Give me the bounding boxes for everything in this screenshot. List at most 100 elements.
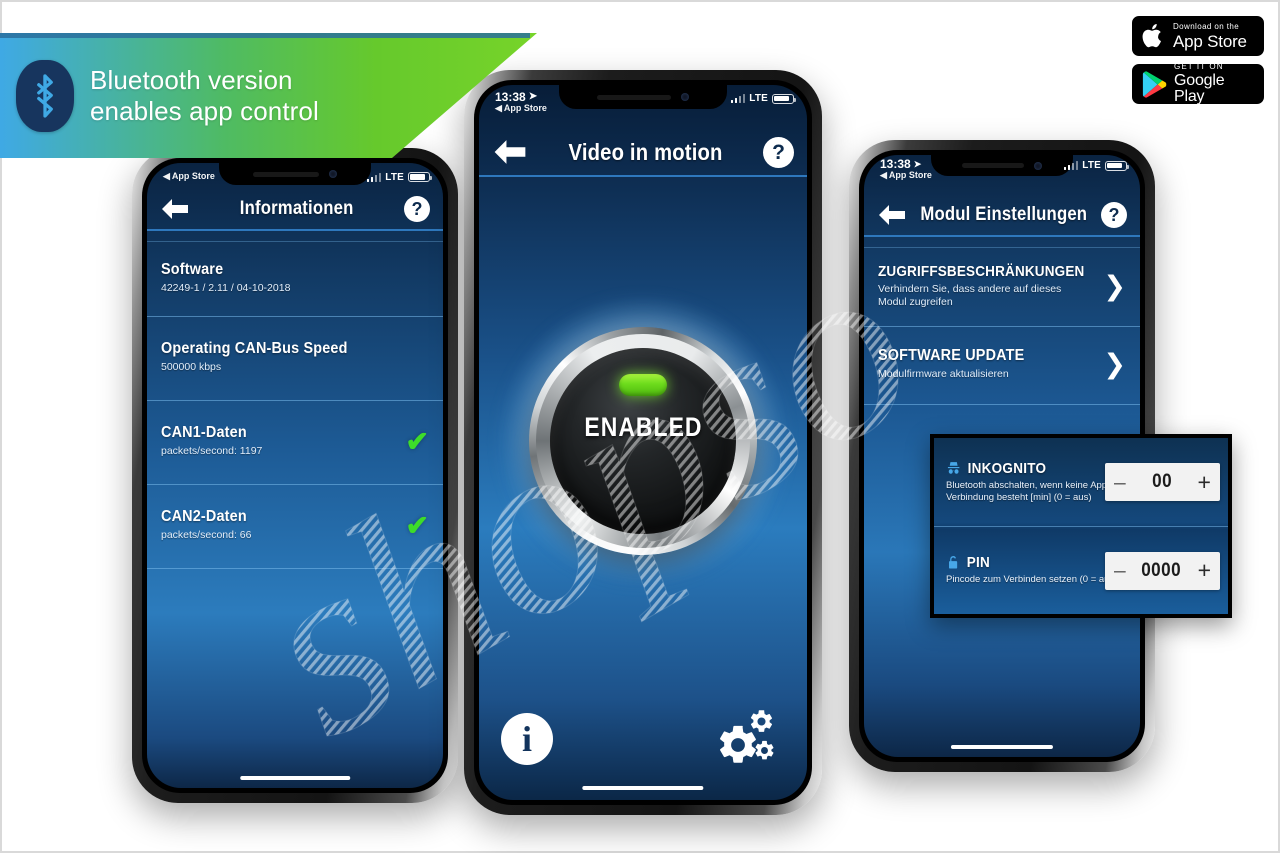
phone-left-screen: ◀ App Store LTE Informationen ? Software…	[147, 163, 443, 788]
status-back-to-app[interactable]: ◀ App Store	[163, 171, 215, 182]
row-subtitle: packets/second: 1197	[161, 445, 263, 458]
signal-bars-icon	[1063, 161, 1079, 170]
ribbon-line-2: enables app control	[90, 95, 319, 126]
carrier-label: LTE	[385, 171, 404, 183]
pin-value: 0000	[1141, 559, 1182, 581]
google-play-badge-bottom: Google Play	[1174, 72, 1225, 105]
row-subtitle: 500000 kbps	[161, 361, 222, 374]
app-store-badge[interactable]: Download on the App Store	[1132, 16, 1264, 56]
phone-left: ◀ App Store LTE Informationen ? Software…	[132, 148, 458, 803]
phone-center-screen: 13:38 ➤ ◀ App Store LTE Video in motion …	[479, 85, 807, 800]
row-title: PIN	[966, 554, 991, 572]
page-title: Informationen	[240, 198, 354, 219]
list-item[interactable]: ZUGRIFFSBESCHRÄNKUNGEN Verhindern Sie, d…	[864, 247, 1140, 327]
apple-icon	[1142, 24, 1161, 48]
battery-icon	[408, 172, 433, 182]
pin-stepper[interactable]: – 0000 +	[1105, 551, 1220, 590]
gears-icon[interactable]	[715, 708, 785, 770]
google-play-icon	[1142, 70, 1167, 98]
list-item[interactable]: Software 42249-1 / 2.11 / 04-10-2018	[147, 241, 443, 317]
promo-ribbon: Bluetooth version enables app control	[0, 33, 540, 158]
power-knob[interactable]: ENABLED	[529, 326, 757, 555]
carrier-label: LTE	[1082, 160, 1101, 171]
signal-bars-icon	[730, 94, 746, 103]
question-mark-icon[interactable]: ?	[762, 136, 794, 168]
row-title: ZUGRIFFSBESCHRÄNKUNGEN	[878, 262, 1085, 280]
knob-state-label: ENABLED	[583, 411, 703, 442]
back-arrow-icon[interactable]	[160, 198, 190, 220]
check-icon: ✔	[405, 509, 429, 541]
row-subtitle: packets/second: 66	[161, 529, 252, 542]
google-play-badge[interactable]: GET IT ON Google Play	[1132, 62, 1264, 105]
settings-list: ZUGRIFFSBESCHRÄNKUNGEN Verhindern Sie, d…	[864, 247, 1140, 405]
incognito-mask-icon	[947, 461, 960, 474]
incognito-stepper[interactable]: – 00 +	[1105, 463, 1220, 501]
phone-center-bezel: 13:38 ➤ ◀ App Store LTE Video in motion …	[474, 80, 812, 805]
battery-icon	[1105, 160, 1130, 171]
bluetooth-icon	[16, 59, 74, 132]
back-caret-icon: ◀	[163, 171, 170, 182]
phone-left-bezel: ◀ App Store LTE Informationen ? Software…	[142, 158, 448, 793]
check-icon: ✔	[405, 425, 429, 457]
info-glyph: i	[521, 719, 532, 759]
row-title: SOFTWARE UPDATE	[878, 347, 1025, 365]
ribbon-content: Bluetooth version enables app control	[0, 33, 540, 158]
popup-inner: INKOGNITO Bluetooth abschalten, wenn kei…	[934, 438, 1228, 614]
page-title: Modul Einstellungen	[920, 204, 1088, 225]
question-mark-icon[interactable]: ?	[403, 196, 430, 222]
info-list: Software 42249-1 / 2.11 / 04-10-2018 Ope…	[147, 241, 443, 569]
page-title: Video in motion	[568, 138, 723, 165]
google-play-badge-top: GET IT ON	[1174, 62, 1224, 71]
status-bar-right: 13:38 ➤ ◀ App Store LTE	[864, 155, 1140, 182]
home-indicator[interactable]	[950, 744, 1054, 749]
row-subtitle: Verhindern Sie, dass andere auf dieses M…	[878, 282, 1062, 308]
popup-row-pin: PIN Pincode zum Verbinden setzen (0 = au…	[934, 526, 1228, 614]
knob-area: ENABLED	[479, 177, 807, 704]
location-arrow-icon: ➤	[913, 159, 922, 170]
ribbon-text: Bluetooth version enables app control	[90, 65, 319, 126]
row-title: CAN2-Daten	[161, 508, 247, 526]
decrement-button[interactable]: –	[1114, 560, 1126, 581]
product-image-canvas: ◀ App Store LTE Informationen ? Software…	[0, 0, 1280, 853]
appbar-right: Modul Einstellungen ?	[864, 195, 1140, 237]
unlock-icon	[949, 556, 958, 569]
info-icon[interactable]: i	[501, 713, 553, 765]
chevron-right-icon: ❯	[1103, 349, 1126, 379]
status-led-indicator	[619, 373, 667, 396]
row-title: CAN1-Daten	[161, 424, 247, 442]
phone-center: 13:38 ➤ ◀ App Store LTE Video in motion …	[464, 70, 822, 815]
list-item[interactable]: SOFTWARE UPDATE Modulfirmware aktualisie…	[864, 327, 1140, 405]
appbar-left: Informationen ?	[147, 189, 443, 231]
back-arrow-icon[interactable]	[877, 204, 907, 226]
popup-row-incognito: INKOGNITO Bluetooth abschalten, wenn kei…	[934, 438, 1228, 526]
back-caret-icon: ◀	[880, 170, 887, 181]
row-title: Operating CAN-Bus Speed	[161, 340, 348, 358]
incognito-value: 00	[1151, 471, 1172, 492]
card-top-border	[0, 0, 1280, 2]
app-store-badge-bottom: App Store	[1173, 31, 1247, 51]
store-badges: Download on the App Store GET IT ON Goog…	[1132, 16, 1264, 105]
chevron-right-icon: ❯	[1103, 270, 1126, 301]
app-store-badge-top: Download on the	[1173, 21, 1240, 31]
list-item[interactable]: CAN1-Daten packets/second: 1197 ✔	[147, 401, 443, 485]
home-indicator[interactable]	[240, 775, 350, 780]
row-subtitle: Modulfirmware aktualisieren	[878, 368, 1009, 381]
decrement-button[interactable]: –	[1114, 472, 1126, 493]
list-item[interactable]: CAN2-Daten packets/second: 66 ✔	[147, 485, 443, 569]
row-title: Software	[161, 260, 224, 278]
home-indicator[interactable]	[582, 785, 704, 790]
row-title: INKOGNITO	[967, 459, 1047, 477]
question-mark-icon[interactable]: ?	[1100, 202, 1127, 228]
row-subtitle: 42249-1 / 2.11 / 04-10-2018	[161, 281, 291, 294]
module-settings-popup: INKOGNITO Bluetooth abschalten, wenn kei…	[930, 434, 1232, 618]
battery-icon	[772, 93, 797, 104]
signal-bars-icon	[366, 172, 382, 182]
knob-face[interactable]: ENABLED	[550, 347, 736, 534]
increment-button[interactable]: +	[1198, 559, 1211, 582]
ribbon-line-1: Bluetooth version	[90, 65, 293, 96]
list-item[interactable]: Operating CAN-Bus Speed 500000 kbps	[147, 317, 443, 401]
status-back-to-app[interactable]: ◀ App Store	[880, 170, 932, 181]
carrier-label: LTE	[749, 93, 768, 104]
increment-button[interactable]: +	[1198, 470, 1211, 494]
status-bar-left: ◀ App Store LTE	[147, 163, 443, 189]
